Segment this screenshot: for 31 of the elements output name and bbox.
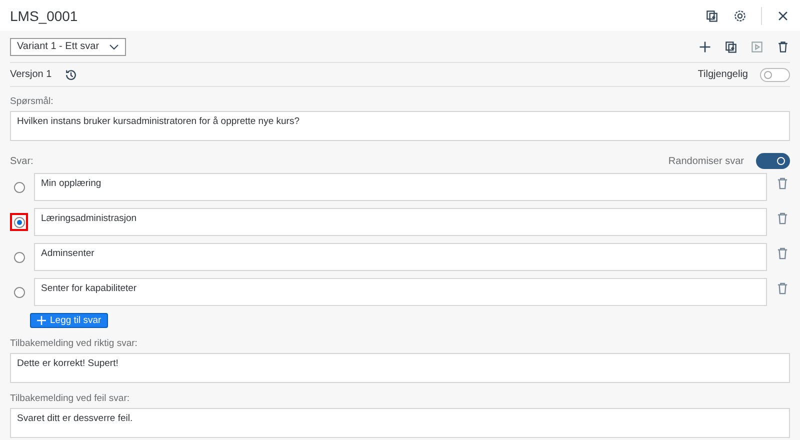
settings-icon[interactable] (733, 8, 747, 22)
radio-button[interactable] (14, 216, 24, 228)
window-title: LMS_0001 (10, 8, 79, 24)
randomize-switch[interactable] (756, 153, 790, 169)
feedback-label: Tilbakemelding ved feil svar: (10, 393, 131, 404)
delete-icon[interactable] (776, 40, 790, 54)
plus-icon (37, 316, 46, 325)
copy-icon[interactable] (705, 8, 719, 22)
feedback-field[interactable]: Svaret ditt er dessverre feil. (10, 408, 790, 438)
answer-field[interactable]: Min opplæring (34, 173, 767, 201)
randomize-label: Randomiser svar (668, 156, 744, 166)
radio-button[interactable] (14, 182, 24, 192)
answer-field[interactable]: Senter for kapabiliteter (34, 278, 767, 306)
available-label: Tilgjengelig (698, 69, 748, 80)
answer-field[interactable]: Læringsadministrasjon (34, 208, 767, 236)
answers-label: Svar: (10, 156, 34, 166)
available-switch[interactable] (760, 68, 790, 82)
history-icon[interactable] (64, 68, 78, 82)
feedback-label: Tilbakemelding ved riktig svar: (10, 338, 138, 349)
version-label: Versjon 1 (10, 69, 52, 80)
answer-field[interactable]: Adminsenter (34, 243, 767, 271)
variant-dropdown[interactable]: Variant 1 - Ett svar (10, 38, 126, 56)
radio-button[interactable] (14, 286, 24, 298)
caret-icon (109, 44, 120, 50)
question-label: Spørsmål: (10, 96, 54, 107)
question-field[interactable]: Hvilken instans bruker kursadministratoren for å opprette nye kurs? (10, 111, 790, 141)
copy-icon[interactable] (724, 40, 738, 54)
add-answer-button[interactable]: Legg til svar (30, 313, 108, 328)
radio-button[interactable] (14, 252, 24, 262)
feedback-field[interactable]: Dette er korrekt! Supert! (10, 353, 790, 383)
plus-icon[interactable] (698, 40, 712, 54)
